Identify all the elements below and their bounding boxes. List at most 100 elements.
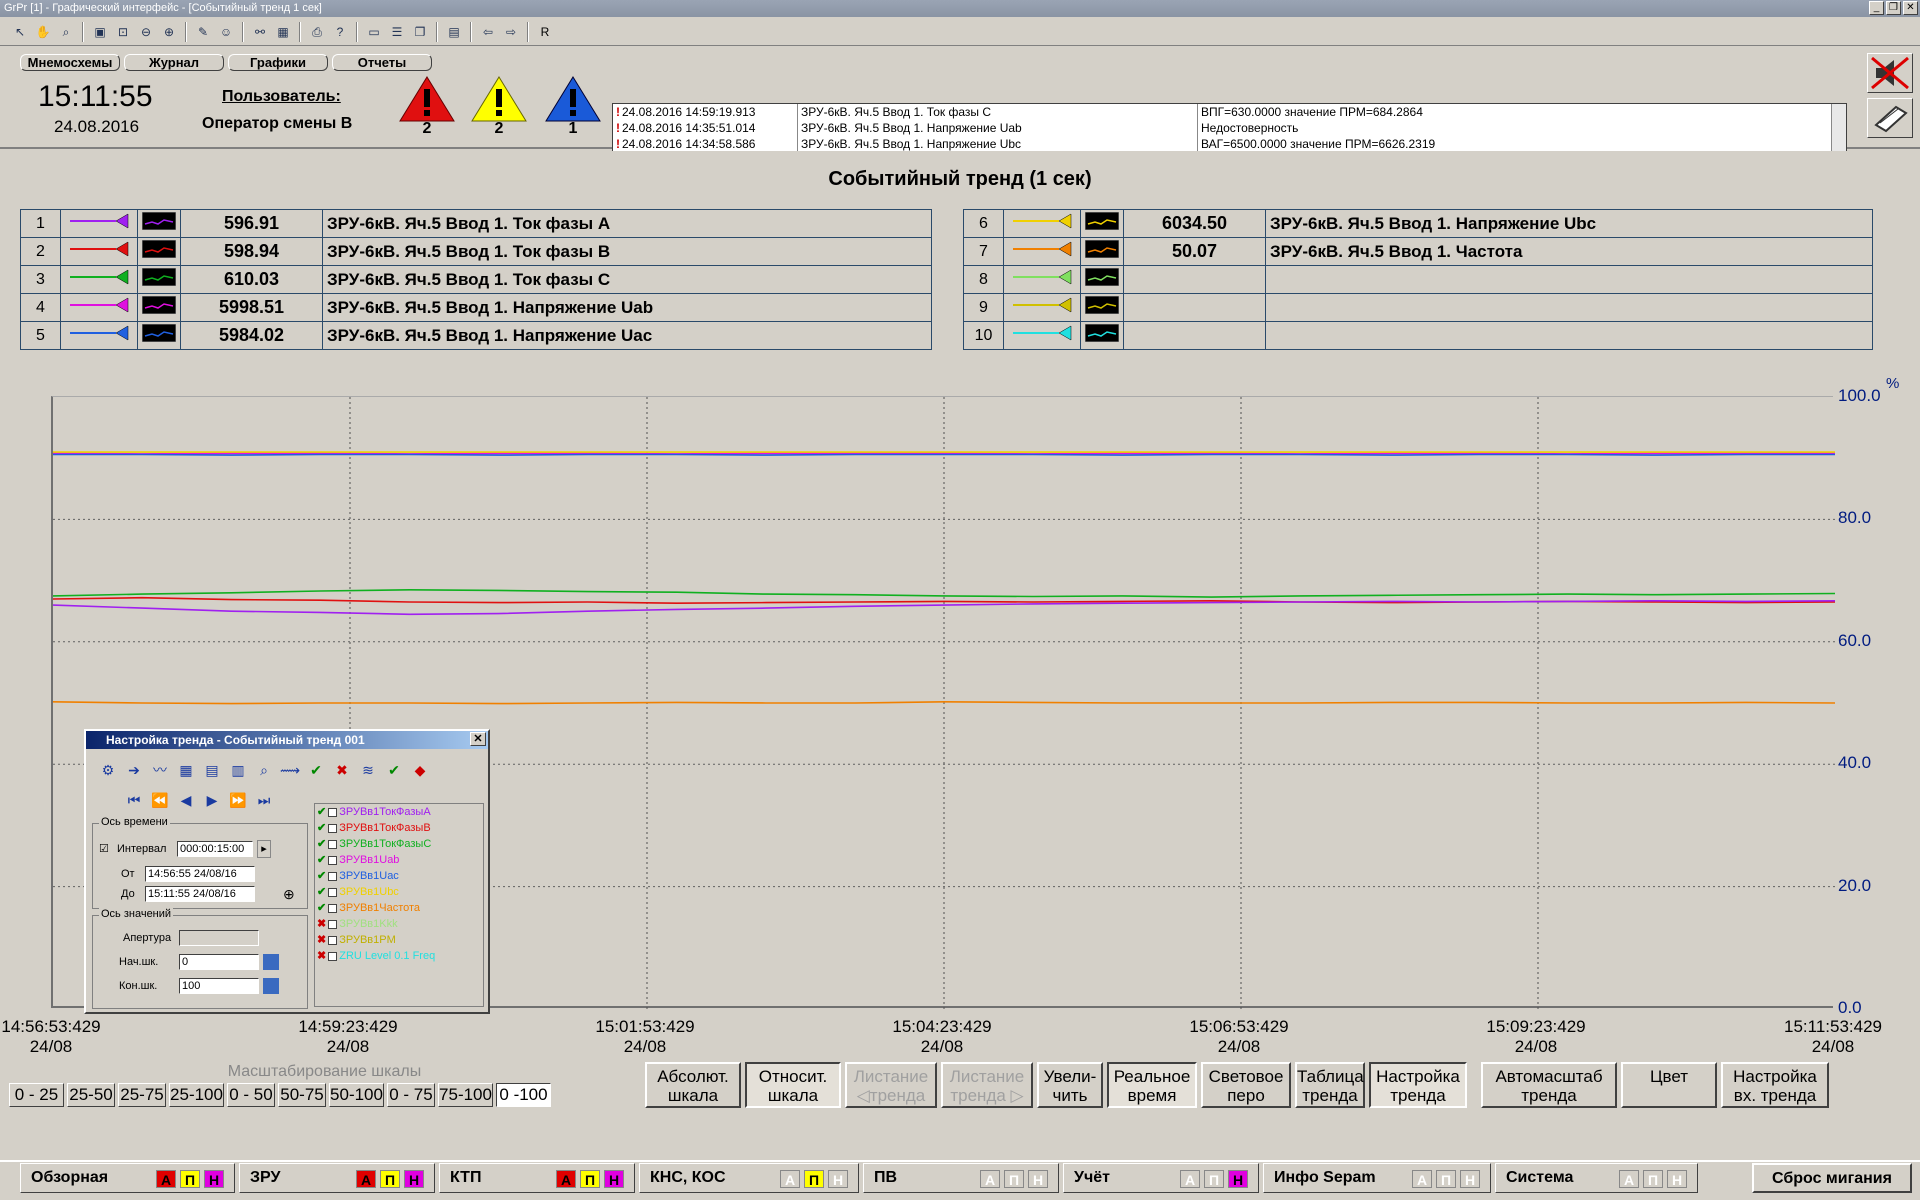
calc-icon[interactable] bbox=[263, 954, 279, 970]
grid-icon[interactable]: ▦ bbox=[174, 759, 198, 781]
scale-button[interactable]: 75-100 bbox=[438, 1083, 493, 1107]
search-icon[interactable]: ⌕ bbox=[252, 759, 276, 781]
end-input[interactable]: 100 bbox=[179, 978, 259, 994]
trend-control-button[interactable]: Настройка вх. тренда bbox=[1721, 1062, 1829, 1108]
check-icon[interactable]: ✔ bbox=[304, 759, 328, 781]
calc2-icon[interactable] bbox=[263, 978, 279, 994]
back-icon[interactable]: ⇦ bbox=[478, 22, 498, 42]
tag-state-icon[interactable]: ✖ bbox=[317, 916, 326, 932]
tag-state-icon[interactable]: ✔ bbox=[317, 852, 326, 868]
window-split-icon[interactable]: ☰ bbox=[387, 22, 407, 42]
table-icon[interactable]: ▦ bbox=[273, 22, 293, 42]
trend-control-button[interactable]: Листание ◁тренда bbox=[845, 1062, 937, 1108]
legend-row[interactable]: 9 bbox=[963, 293, 1873, 322]
legend-row[interactable]: 2 598.94 ЗРУ-6кВ. Яч.5 Ввод 1. Ток фазы … bbox=[20, 237, 932, 266]
tag-list[interactable]: ✔ ЗРУВв1ТокФазыА ✔ ЗРУВв1ТокФазыВ ✔ ЗРУВв1Ток… bbox=[314, 803, 484, 1007]
trend-control-button[interactable]: Настройка тренда bbox=[1369, 1062, 1467, 1108]
interval-checkbox[interactable]: ☑ bbox=[99, 842, 109, 855]
scale-button[interactable]: 0 -100 bbox=[496, 1083, 551, 1107]
last-icon[interactable]: ⏭ bbox=[252, 789, 276, 811]
trend-mini-icon[interactable] bbox=[1080, 293, 1124, 322]
tag-checkbox[interactable] bbox=[328, 839, 338, 849]
legend-row[interactable]: 4 5998.51 ЗРУ-6кВ. Яч.5 Ввод 1. Напряжен… bbox=[20, 293, 932, 322]
fast-back-icon[interactable]: ⏪ bbox=[148, 789, 172, 811]
forward-icon[interactable]: ⇨ bbox=[501, 22, 521, 42]
trend-mini-icon[interactable] bbox=[137, 209, 181, 238]
tag-state-icon[interactable]: ✔ bbox=[317, 836, 326, 852]
tag-row[interactable]: ✔ ЗРУВв1ТокФазыВ bbox=[315, 820, 483, 836]
tag-checkbox[interactable] bbox=[328, 807, 338, 817]
tag-row[interactable]: ✖ ЗРУВв1PM bbox=[315, 932, 483, 948]
reset-blink-button[interactable]: Сброс мигания bbox=[1752, 1163, 1912, 1193]
tag-row[interactable]: ✖ ZRU Level 0.1 Freq bbox=[315, 948, 483, 964]
scale-button[interactable]: 25-100 bbox=[169, 1083, 224, 1107]
trend-control-button[interactable]: Листание тренда ▷ bbox=[941, 1062, 1033, 1108]
tag-checkbox[interactable] bbox=[328, 951, 338, 961]
tag-checkbox[interactable] bbox=[328, 903, 338, 913]
event-row[interactable]: ! 24.08.2016 14:59:19.913 ЗРУ-6кВ. Яч.5 Вв… bbox=[613, 104, 1846, 120]
minimize-button[interactable]: _ bbox=[1869, 1, 1884, 15]
legend-row[interactable]: 8 bbox=[963, 265, 1873, 294]
status-group[interactable]: КТП А П Н bbox=[439, 1163, 635, 1193]
trend-control-button[interactable]: Относит. шкала bbox=[745, 1062, 841, 1108]
status-group[interactable]: КНС, КОС А П Н bbox=[639, 1163, 859, 1193]
legend-row[interactable]: 5 5984.02 ЗРУ-6кВ. Яч.5 Ввод 1. Напряжен… bbox=[20, 321, 932, 350]
zoom-in-icon[interactable]: ⊕ bbox=[159, 22, 179, 42]
trend-mini-icon[interactable] bbox=[137, 237, 181, 266]
zoom-out-icon[interactable]: ⊖ bbox=[136, 22, 156, 42]
fit-icon[interactable]: ▣ bbox=[90, 22, 110, 42]
tag-state-icon[interactable]: ✔ bbox=[317, 884, 326, 900]
help-icon[interactable]: ? bbox=[330, 22, 350, 42]
status-group[interactable]: Инфо Sepam А П Н bbox=[1263, 1163, 1491, 1193]
tab-journal[interactable]: Журнал bbox=[124, 54, 224, 71]
tab-graphs[interactable]: Графики bbox=[228, 54, 328, 71]
check-all-icon[interactable]: ✔ bbox=[382, 759, 406, 781]
arrow-right-icon[interactable]: ➔ bbox=[122, 759, 146, 781]
trend-settings-dialog[interactable]: Настройка тренда - Событийный тренд 001 … bbox=[84, 729, 490, 1014]
tag-state-icon[interactable]: ✔ bbox=[317, 820, 326, 836]
tag-row[interactable]: ✔ ЗРУВв1Uab bbox=[315, 852, 483, 868]
scale-button[interactable]: 25-75 bbox=[118, 1083, 166, 1107]
scale-button[interactable]: 0 - 25 bbox=[9, 1083, 64, 1107]
scale-button[interactable]: 50-75 bbox=[278, 1083, 326, 1107]
trend-mini-icon[interactable] bbox=[1080, 321, 1124, 350]
hand-icon[interactable]: ✋ bbox=[33, 22, 53, 42]
trend-control-button[interactable]: Цвет bbox=[1621, 1062, 1717, 1108]
print-icon[interactable]: ⎙ bbox=[307, 22, 327, 42]
tag-checkbox[interactable] bbox=[328, 935, 338, 945]
scale-button[interactable]: 25-50 bbox=[67, 1083, 115, 1107]
status-group[interactable]: Система А П Н bbox=[1495, 1163, 1698, 1193]
trend-mini-icon[interactable] bbox=[1080, 237, 1124, 266]
trend-icon[interactable]: ⟿ bbox=[278, 759, 302, 781]
cross-icon[interactable]: ✖ bbox=[330, 759, 354, 781]
forward-icon[interactable]: ▶ bbox=[200, 789, 224, 811]
pens-icon[interactable]: ≋ bbox=[356, 759, 380, 781]
status-group[interactable]: ПВ А П Н bbox=[863, 1163, 1059, 1193]
window-cascade-icon[interactable]: ❐ bbox=[410, 22, 430, 42]
legend-row[interactable]: 7 50.07 ЗРУ-6кВ. Яч.5 Ввод 1. Частота bbox=[963, 237, 1873, 266]
trend-control-button[interactable]: Таблица тренда bbox=[1295, 1062, 1365, 1108]
trend-control-button[interactable]: Реальное время bbox=[1107, 1062, 1197, 1108]
scale-button[interactable]: 0 - 75 bbox=[387, 1083, 435, 1107]
tag-checkbox[interactable] bbox=[328, 855, 338, 865]
tag-row[interactable]: ✖ ЗРУВв1Kkk bbox=[315, 916, 483, 932]
legend-row[interactable]: 1 596.91 ЗРУ-6кВ. Яч.5 Ввод 1. Ток фазы … bbox=[20, 209, 932, 238]
mute-sound-button[interactable] bbox=[1867, 53, 1913, 93]
signal-icon[interactable]: 〰 bbox=[148, 759, 172, 781]
screen-icon[interactable]: ▤ bbox=[444, 22, 464, 42]
tag-state-icon[interactable]: ✔ bbox=[317, 804, 326, 820]
tag-state-icon[interactable]: ✔ bbox=[317, 868, 326, 884]
dialog-close-button[interactable]: ✕ bbox=[470, 732, 486, 746]
trend-mini-icon[interactable] bbox=[1080, 265, 1124, 294]
fast-forward-icon[interactable]: ⏩ bbox=[226, 789, 250, 811]
tag-row[interactable]: ✔ ЗРУВв1ТокФазыС bbox=[315, 836, 483, 852]
target-icon[interactable]: ⊕ bbox=[283, 886, 295, 903]
r-button[interactable]: R bbox=[535, 22, 555, 42]
grid2-icon[interactable]: ▤ bbox=[200, 759, 224, 781]
pointer-icon[interactable]: ↖ bbox=[10, 22, 30, 42]
scale-button[interactable]: 0 - 50 bbox=[227, 1083, 275, 1107]
event-row[interactable]: ! 24.08.2016 14:35:51.014 ЗРУ-6кВ. Яч.5 Вв… bbox=[613, 120, 1846, 136]
back-icon[interactable]: ◀ bbox=[174, 789, 198, 811]
trend-mini-icon[interactable] bbox=[1080, 209, 1124, 238]
trend-control-button[interactable]: Увели- чить bbox=[1037, 1062, 1103, 1108]
